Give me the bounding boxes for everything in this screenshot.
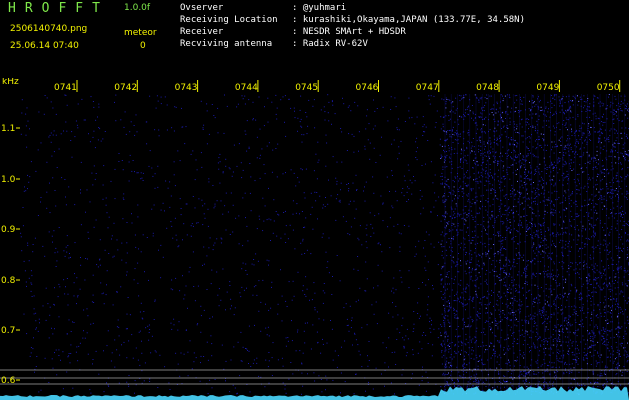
- file-name: 2506140740.png: [10, 24, 88, 34]
- info-observer: Ovserver : @yuhmari: [180, 3, 346, 13]
- info-key: Receiving Location: [180, 15, 278, 25]
- info-key: Recviving antenna: [180, 39, 273, 49]
- count-value: 0: [140, 41, 146, 51]
- info-value: : NESDR SMArt + HDSDR: [292, 27, 406, 37]
- time-label: 0743: [175, 83, 198, 93]
- time-label: 0746: [356, 83, 379, 93]
- app-version: 1.0.0f: [124, 3, 151, 13]
- timestamp: 25.06.14 07:40: [10, 41, 79, 51]
- time-label: 0742: [114, 83, 137, 93]
- time-label: 0744: [235, 83, 258, 93]
- freq-tick-label: 1.1: [1, 124, 15, 134]
- info-key: Receiver: [180, 27, 224, 37]
- info-key: Ovserver: [180, 3, 224, 13]
- freq-tick-label: 1.0: [1, 175, 16, 185]
- freq-tick-label: 0.9: [1, 225, 16, 235]
- spectrogram-background: [0, 78, 629, 400]
- info-receiver: Receiver : NESDR SMArt + HDSDR: [180, 27, 406, 37]
- freq-tick-label: 0.7: [1, 326, 15, 336]
- info-location: Receiving Location : kurashiki,Okayama,JA…: [180, 15, 525, 25]
- app-title: HROFFT: [8, 1, 109, 16]
- header-panel: HROFFT 1.0.0f 2506140740.png 25.06.14 07…: [0, 0, 629, 78]
- spectrogram-display: 0741 0742 0743 0744 0745 0746 0747 0748 0749 0750…: [0, 78, 629, 400]
- time-label: 0749: [536, 83, 559, 93]
- time-label: 0748: [476, 83, 499, 93]
- time-label: 0747: [416, 83, 439, 93]
- info-value: : @yuhmari: [292, 3, 347, 13]
- info-value: : kurashiki,Okayama,JAPAN (133.77E, 34.5…: [292, 15, 525, 25]
- y-unit-label: kHz: [2, 78, 19, 87]
- mode-label: meteor: [124, 28, 157, 38]
- freq-tick-label: 0.8: [1, 276, 16, 286]
- time-label: 0750: [597, 83, 620, 93]
- freq-tick-label: 0.6: [1, 376, 16, 386]
- time-label: 0741: [54, 83, 77, 93]
- time-label: 0745: [295, 83, 318, 93]
- info-antenna: Recviving antenna : Radix RV-62V: [180, 39, 368, 49]
- info-value: : Radix RV-62V: [292, 39, 368, 49]
